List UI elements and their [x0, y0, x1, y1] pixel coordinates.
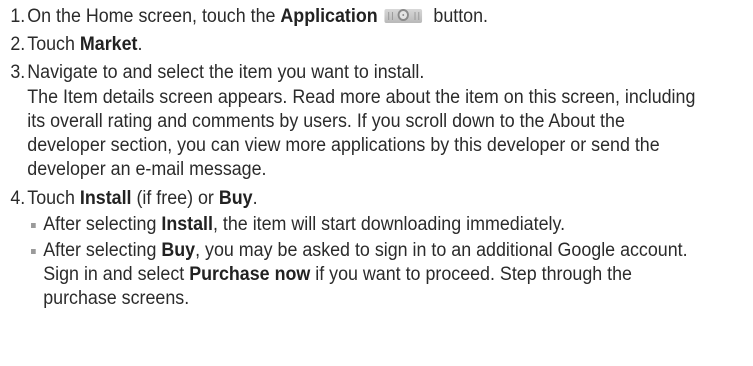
- application-launcher-icon: [383, 7, 422, 25]
- step-text: .: [137, 34, 143, 55]
- step-text: .: [252, 188, 258, 209]
- bullet-marker: [31, 249, 36, 254]
- step-4: 4. Touch Install (if free) or Buy.: [0, 187, 708, 211]
- bold-term: Application: [280, 6, 378, 27]
- bullet-item-install: After selecting Install, the item will s…: [0, 213, 708, 237]
- step-text: Navigate to and select the item you want…: [27, 62, 425, 83]
- step-text: On the Home screen, touch the: [27, 6, 281, 27]
- step-detail: The Item details screen appears. Read mo…: [27, 87, 696, 180]
- bullet-item-buy: After selecting Buy, you may be asked to…: [0, 239, 708, 311]
- step-text: (if free) or: [131, 188, 219, 209]
- bold-term: Buy: [218, 188, 253, 209]
- bullet-text: , the item will start downloading immedi…: [212, 214, 566, 235]
- step-number: 2.: [10, 34, 26, 55]
- step-text: button.: [428, 6, 489, 27]
- step-number: 1.: [10, 6, 26, 27]
- bullet-text: After selecting: [43, 240, 162, 261]
- step-3: 3. Navigate to and select the item you w…: [0, 61, 708, 182]
- bold-term: Purchase now: [189, 264, 311, 285]
- instructions-document: 1. On the Home screen, touch the Applica…: [0, 0, 708, 311]
- step-number: 3.: [10, 62, 26, 83]
- bold-term: Install: [79, 188, 132, 209]
- bullet-text: After selecting: [43, 214, 162, 235]
- bold-term: Buy: [161, 240, 196, 261]
- bullet-marker: [31, 223, 36, 228]
- bold-term: Install: [161, 214, 213, 235]
- step-number: 4.: [10, 188, 26, 209]
- step-2: 2. Touch Market.: [0, 33, 708, 57]
- step-text: Touch: [27, 188, 80, 209]
- step-text: Touch: [27, 34, 80, 55]
- bold-term: Market: [79, 34, 138, 55]
- step-1: 1. On the Home screen, touch the Applica…: [0, 5, 708, 29]
